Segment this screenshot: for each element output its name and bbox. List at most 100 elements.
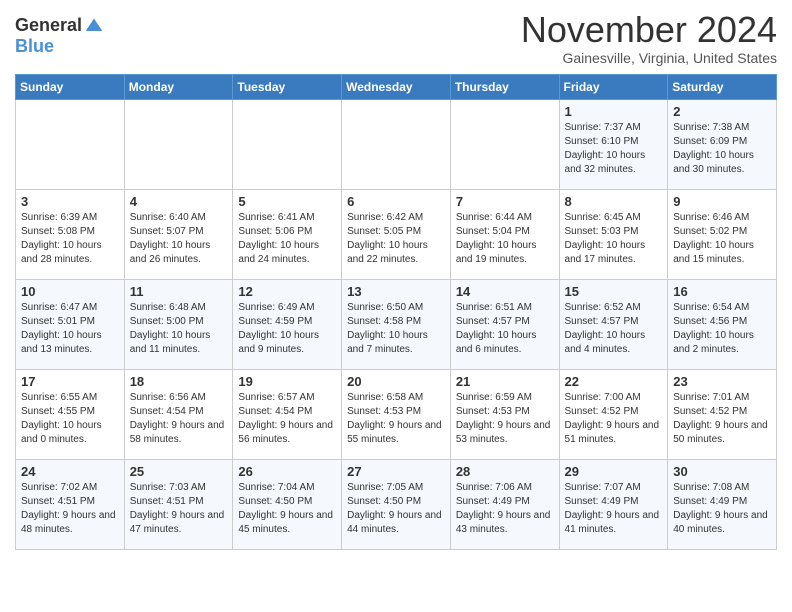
calendar-cell: 5 Sunrise: 6:41 AM Sunset: 5:06 PM Daylig… [233, 189, 342, 279]
logo: General Blue [15, 15, 104, 57]
calendar-cell: 16 Sunrise: 6:54 AM Sunset: 4:56 PM Dayli… [668, 279, 777, 369]
day-number: 5 [238, 194, 336, 209]
calendar-week-row: 17 Sunrise: 6:55 AM Sunset: 4:55 PM Dayli… [16, 369, 777, 459]
day-number: 27 [347, 464, 445, 479]
day-info: Sunrise: 6:51 AM Sunset: 4:57 PM Dayligh… [456, 301, 554, 357]
calendar-cell: 11 Sunrise: 6:48 AM Sunset: 5:00 PM Dayli… [124, 279, 233, 369]
day-number: 21 [456, 374, 554, 389]
day-number: 19 [238, 374, 336, 389]
day-header-monday: Monday [124, 74, 233, 99]
calendar-cell [450, 99, 559, 189]
month-title: November 2024 [521, 10, 777, 50]
calendar-cell [16, 99, 125, 189]
title-block: November 2024 Gainesville, Virginia, Uni… [521, 10, 777, 66]
day-number: 2 [673, 104, 771, 119]
calendar-week-row: 3 Sunrise: 6:39 AM Sunset: 5:08 PM Daylig… [16, 189, 777, 279]
calendar-header-row: SundayMondayTuesdayWednesdayThursdayFrid… [16, 74, 777, 99]
day-info: Sunrise: 7:37 AM Sunset: 6:10 PM Dayligh… [565, 121, 663, 177]
page-header: General Blue November 2024 Gainesville, … [15, 10, 777, 66]
calendar-cell: 1Sunrise: 7:37 AM Sunset: 6:10 PM Daylig… [559, 99, 668, 189]
day-info: Sunrise: 7:00 AM Sunset: 4:52 PM Dayligh… [565, 391, 663, 447]
day-number: 6 [347, 194, 445, 209]
day-info: Sunrise: 6:58 AM Sunset: 4:53 PM Dayligh… [347, 391, 445, 447]
day-number: 8 [565, 194, 663, 209]
calendar-cell: 26 Sunrise: 7:04 AM Sunset: 4:50 PM Dayli… [233, 459, 342, 549]
day-header-wednesday: Wednesday [342, 74, 451, 99]
calendar-cell: 27 Sunrise: 7:05 AM Sunset: 4:50 PM Dayli… [342, 459, 451, 549]
calendar-cell: 10Sunrise: 6:47 AM Sunset: 5:01 PM Dayli… [16, 279, 125, 369]
day-info: Sunrise: 7:05 AM Sunset: 4:50 PM Dayligh… [347, 481, 445, 537]
calendar-cell [124, 99, 233, 189]
day-info: Sunrise: 6:52 AM Sunset: 4:57 PM Dayligh… [565, 301, 663, 357]
day-number: 13 [347, 284, 445, 299]
day-info: Sunrise: 7:08 AM Sunset: 4:49 PM Dayligh… [673, 481, 771, 537]
location-text: Gainesville, Virginia, United States [521, 50, 777, 66]
calendar-cell: 24Sunrise: 7:02 AM Sunset: 4:51 PM Dayli… [16, 459, 125, 549]
logo-general-text: General [15, 15, 82, 36]
day-header-saturday: Saturday [668, 74, 777, 99]
day-info: Sunrise: 6:49 AM Sunset: 4:59 PM Dayligh… [238, 301, 336, 357]
day-info: Sunrise: 6:41 AM Sunset: 5:06 PM Dayligh… [238, 211, 336, 267]
calendar-week-row: 24Sunrise: 7:02 AM Sunset: 4:51 PM Dayli… [16, 459, 777, 549]
day-info: Sunrise: 6:42 AM Sunset: 5:05 PM Dayligh… [347, 211, 445, 267]
calendar-cell: 18 Sunrise: 6:56 AM Sunset: 4:54 PM Dayli… [124, 369, 233, 459]
day-info: Sunrise: 6:44 AM Sunset: 5:04 PM Dayligh… [456, 211, 554, 267]
calendar-cell: 28Sunrise: 7:06 AM Sunset: 4:49 PM Dayli… [450, 459, 559, 549]
day-number: 14 [456, 284, 554, 299]
logo-icon [84, 16, 104, 36]
day-number: 29 [565, 464, 663, 479]
day-info: Sunrise: 6:46 AM Sunset: 5:02 PM Dayligh… [673, 211, 771, 267]
calendar-cell [342, 99, 451, 189]
day-header-friday: Friday [559, 74, 668, 99]
day-number: 15 [565, 284, 663, 299]
day-info: Sunrise: 6:39 AM Sunset: 5:08 PM Dayligh… [21, 211, 119, 267]
day-number: 16 [673, 284, 771, 299]
day-number: 7 [456, 194, 554, 209]
day-number: 25 [130, 464, 228, 479]
day-info: Sunrise: 6:55 AM Sunset: 4:55 PM Dayligh… [21, 391, 119, 447]
calendar-cell [233, 99, 342, 189]
day-header-sunday: Sunday [16, 74, 125, 99]
calendar-cell: 21Sunrise: 6:59 AM Sunset: 4:53 PM Dayli… [450, 369, 559, 459]
day-info: Sunrise: 6:54 AM Sunset: 4:56 PM Dayligh… [673, 301, 771, 357]
calendar-week-row: 1Sunrise: 7:37 AM Sunset: 6:10 PM Daylig… [16, 99, 777, 189]
day-number: 12 [238, 284, 336, 299]
calendar-cell: 29Sunrise: 7:07 AM Sunset: 4:49 PM Dayli… [559, 459, 668, 549]
calendar-cell: 6 Sunrise: 6:42 AM Sunset: 5:05 PM Daylig… [342, 189, 451, 279]
day-info: Sunrise: 7:04 AM Sunset: 4:50 PM Dayligh… [238, 481, 336, 537]
day-number: 22 [565, 374, 663, 389]
calendar-cell: 8Sunrise: 6:45 AM Sunset: 5:03 PM Daylig… [559, 189, 668, 279]
day-header-thursday: Thursday [450, 74, 559, 99]
calendar-cell: 13Sunrise: 6:50 AM Sunset: 4:58 PM Dayli… [342, 279, 451, 369]
calendar-cell: 4Sunrise: 6:40 AM Sunset: 5:07 PM Daylig… [124, 189, 233, 279]
day-info: Sunrise: 7:38 AM Sunset: 6:09 PM Dayligh… [673, 121, 771, 177]
day-info: Sunrise: 6:48 AM Sunset: 5:00 PM Dayligh… [130, 301, 228, 357]
calendar-cell: 14 Sunrise: 6:51 AM Sunset: 4:57 PM Dayli… [450, 279, 559, 369]
day-info: Sunrise: 6:40 AM Sunset: 5:07 PM Dayligh… [130, 211, 228, 267]
day-number: 17 [21, 374, 119, 389]
calendar-week-row: 10Sunrise: 6:47 AM Sunset: 5:01 PM Dayli… [16, 279, 777, 369]
day-number: 3 [21, 194, 119, 209]
day-number: 20 [347, 374, 445, 389]
day-number: 26 [238, 464, 336, 479]
day-info: Sunrise: 7:02 AM Sunset: 4:51 PM Dayligh… [21, 481, 119, 537]
day-number: 30 [673, 464, 771, 479]
calendar-cell: 2 Sunrise: 7:38 AM Sunset: 6:09 PM Daylig… [668, 99, 777, 189]
calendar-cell: 15 Sunrise: 6:52 AM Sunset: 4:57 PM Dayli… [559, 279, 668, 369]
day-header-tuesday: Tuesday [233, 74, 342, 99]
calendar-table: SundayMondayTuesdayWednesdayThursdayFrid… [15, 74, 777, 550]
day-info: Sunrise: 7:03 AM Sunset: 4:51 PM Dayligh… [130, 481, 228, 537]
day-info: Sunrise: 6:57 AM Sunset: 4:54 PM Dayligh… [238, 391, 336, 447]
calendar-cell: 9Sunrise: 6:46 AM Sunset: 5:02 PM Daylig… [668, 189, 777, 279]
logo-blue-text: Blue [15, 36, 54, 57]
day-info: Sunrise: 6:56 AM Sunset: 4:54 PM Dayligh… [130, 391, 228, 447]
calendar-cell: 25 Sunrise: 7:03 AM Sunset: 4:51 PM Dayli… [124, 459, 233, 549]
day-number: 23 [673, 374, 771, 389]
day-number: 18 [130, 374, 228, 389]
day-info: Sunrise: 7:01 AM Sunset: 4:52 PM Dayligh… [673, 391, 771, 447]
day-number: 28 [456, 464, 554, 479]
calendar-cell: 23 Sunrise: 7:01 AM Sunset: 4:52 PM Dayli… [668, 369, 777, 459]
calendar-cell: 3 Sunrise: 6:39 AM Sunset: 5:08 PM Daylig… [16, 189, 125, 279]
day-number: 11 [130, 284, 228, 299]
calendar-cell: 22 Sunrise: 7:00 AM Sunset: 4:52 PM Dayli… [559, 369, 668, 459]
